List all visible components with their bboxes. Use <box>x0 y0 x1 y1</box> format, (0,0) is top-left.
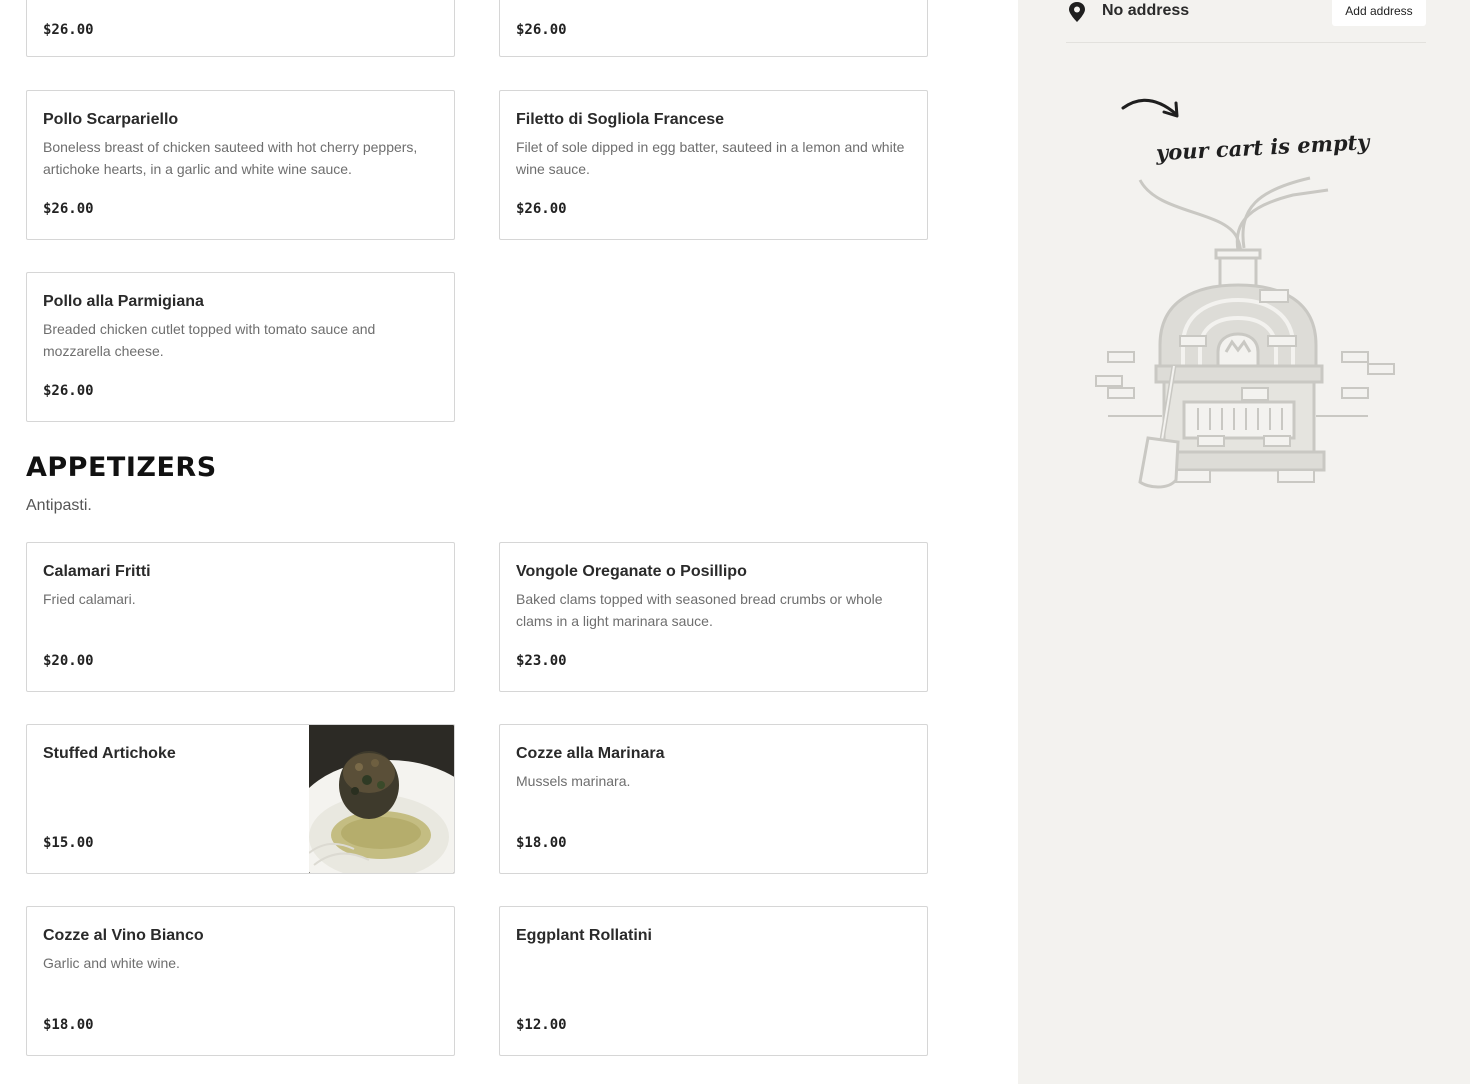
menu-item-card[interactable]: Stuffed Artichoke $15.00 <box>26 724 455 874</box>
menu-item-card[interactable]: $26.00 <box>26 0 455 57</box>
menu-item-card[interactable]: Cozze al Vino Bianco Garlic and white wi… <box>26 906 455 1056</box>
menu-item-card[interactable]: Calamari Fritti Fried calamari. $20.00 <box>26 542 455 692</box>
empty-cart-message: your cart is empty <box>1154 129 1371 165</box>
cart-sidebar: No address Add address your cart is empt… <box>1018 0 1470 1084</box>
menu-item-card[interactable]: Vongole Oreganate o Posillipo Baked clam… <box>499 542 928 692</box>
menu-item-description: Fried calamari. <box>43 591 136 607</box>
menu-item-description: Baked clams topped with seasoned bread c… <box>516 591 883 629</box>
menu-item-name: Filetto di Sogliola Francese <box>516 111 725 128</box>
delivery-address-row: No address Add address <box>1066 0 1426 43</box>
menu-item-name: Pollo Scarpariello <box>43 111 179 128</box>
menu-item-price: $26.00 <box>516 22 567 38</box>
address-text: No address <box>1102 2 1190 19</box>
menu-item-card[interactable]: Pollo alla Parmigiana Breaded chicken cu… <box>26 272 455 422</box>
menu-item-description: Breaded chicken cutlet topped with tomat… <box>43 321 376 359</box>
stuffed-artichoke-photo <box>309 725 454 873</box>
menu-item-card[interactable]: Eggplant Rollatini $12.00 <box>499 906 928 1056</box>
menu-item-card[interactable]: Cozze alla Marinara Mussels marinara. $1… <box>499 724 928 874</box>
menu-item-price: $20.00 <box>43 653 94 669</box>
menu-item-price: $23.00 <box>516 653 567 669</box>
menu-item-description: Mussels marinara. <box>516 773 631 789</box>
menu-item-name: Eggplant Rollatini <box>516 927 652 944</box>
menu-main: $26.00 $26.00 Pollo Scarpariello Boneles… <box>0 0 1018 1084</box>
menu-item-description: Garlic and white wine. <box>43 955 180 971</box>
menu-item-price: $26.00 <box>43 22 94 38</box>
section-title: APPETIZERS <box>26 452 217 483</box>
empty-cart-illustration: your cart is empty <box>1095 98 1395 489</box>
menu-item-price: $26.00 <box>43 383 94 399</box>
menu-item-card[interactable]: $26.00 <box>499 0 928 57</box>
menu-item-name: Vongole Oreganate o Posillipo <box>516 563 747 580</box>
menu-item-price: $15.00 <box>43 835 94 851</box>
menu-item-name: Stuffed Artichoke <box>43 745 176 762</box>
menu-item-price: $26.00 <box>516 201 567 217</box>
menu-item-name: Cozze alla Marinara <box>516 745 665 762</box>
section-subtitle: Antipasti. <box>26 497 92 514</box>
add-address-button[interactable]: Add address <box>1332 0 1426 26</box>
menu-item-name: Cozze al Vino Bianco <box>43 927 204 944</box>
menu-item-price: $18.00 <box>516 835 567 851</box>
menu-item-price: $26.00 <box>43 201 94 217</box>
menu-item-description: Boneless breast of chicken sauteed with … <box>43 139 418 177</box>
menu-item-card[interactable]: Pollo Scarpariello Boneless breast of ch… <box>26 90 455 240</box>
menu-item-description: Filet of sole dipped in egg batter, saut… <box>516 139 905 177</box>
menu-item-price: $18.00 <box>43 1017 94 1033</box>
location-pin-icon <box>1069 2 1085 22</box>
menu-item-card[interactable]: Filetto di Sogliola Francese Filet of so… <box>499 90 928 240</box>
menu-item-name: Pollo alla Parmigiana <box>43 293 204 310</box>
menu-item-price: $12.00 <box>516 1017 567 1033</box>
menu-item-name: Calamari Fritti <box>43 563 151 580</box>
